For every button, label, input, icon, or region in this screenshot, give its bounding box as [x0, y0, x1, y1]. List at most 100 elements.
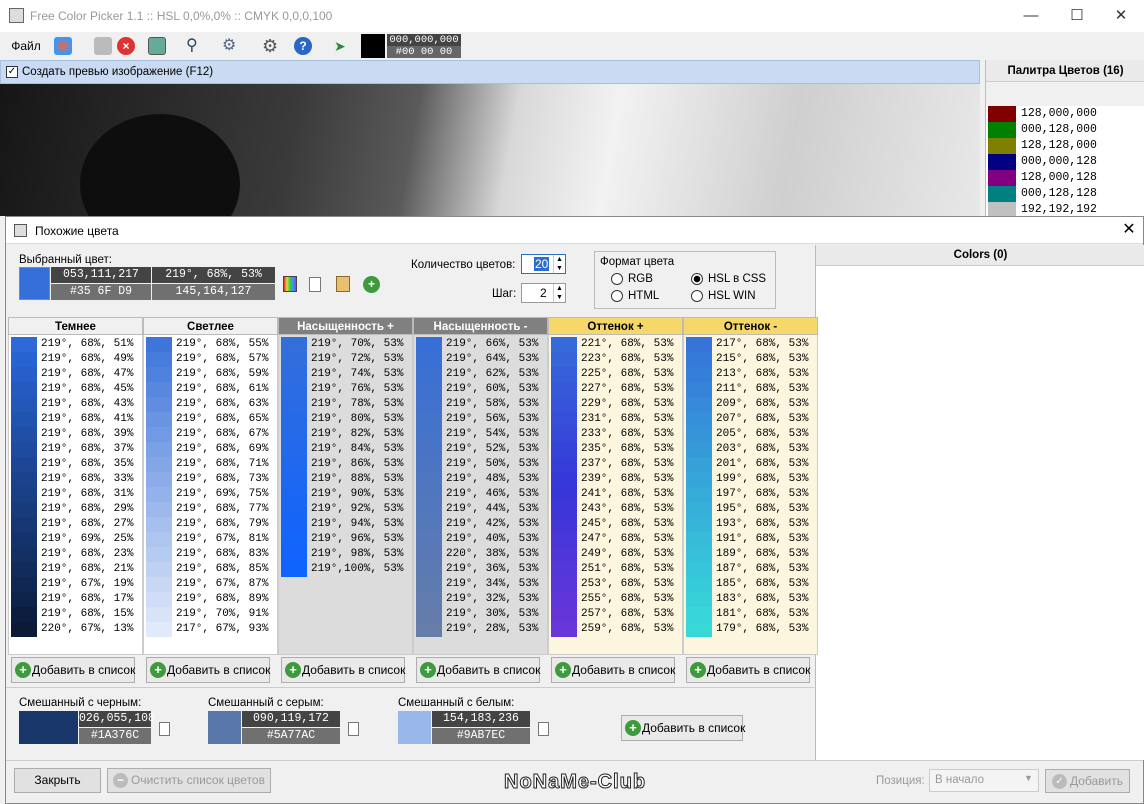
color-item[interactable]: 219°, 68%, 73% [146, 472, 277, 487]
palette-item[interactable]: 000,000,128 [988, 154, 1143, 170]
color-item[interactable]: 219°, 69%, 25% [11, 532, 142, 547]
color-item[interactable]: 203°, 68%, 53% [686, 442, 817, 457]
color-item[interactable]: 219°, 68%, 47% [11, 367, 142, 382]
palette-item[interactable]: 000,128,000 [988, 122, 1143, 138]
color-item[interactable]: 219°, 86%, 53% [281, 457, 412, 472]
color-item[interactable]: 219°, 70%, 91% [146, 607, 277, 622]
color-item[interactable]: 219°, 88%, 53% [281, 472, 412, 487]
add-to-list-button[interactable]: + Добавить в список [281, 657, 405, 683]
color-item[interactable]: 219°, 68%, 71% [146, 457, 277, 472]
color-item[interactable]: 219°, 68%, 29% [11, 502, 142, 517]
color-item[interactable]: 215°, 68%, 53% [686, 352, 817, 367]
color-item[interactable]: 219°, 68%, 43% [11, 397, 142, 412]
color-item[interactable]: 209°, 68%, 53% [686, 397, 817, 412]
gear-icon[interactable]: ⚙ [262, 37, 280, 55]
color-item[interactable]: 219°, 56%, 53% [416, 412, 547, 427]
clear-list-button[interactable]: − Очистить список цветов [107, 768, 271, 793]
color-item[interactable]: 241°, 68%, 53% [551, 487, 682, 502]
color-item[interactable]: 220°, 67%, 13% [11, 622, 142, 637]
color-wheel-icon[interactable] [54, 37, 72, 55]
color-item[interactable]: 191°, 68%, 53% [686, 532, 817, 547]
color-item[interactable]: 219°, 40%, 53% [416, 532, 547, 547]
color-item[interactable]: 219°, 68%, 65% [146, 412, 277, 427]
color-item[interactable]: 219°, 68%, 79% [146, 517, 277, 532]
color-item[interactable]: 219°, 68%, 45% [11, 382, 142, 397]
color-item[interactable]: 219°, 69%, 75% [146, 487, 277, 502]
maximize-button[interactable]: ☐ [1054, 0, 1100, 32]
color-item[interactable]: 185°, 68%, 53% [686, 577, 817, 592]
color-item[interactable]: 207°, 68%, 53% [686, 412, 817, 427]
color-item[interactable]: 219°, 78%, 53% [281, 397, 412, 412]
color-item[interactable]: 219°, 68%, 57% [146, 352, 277, 367]
mix-black-copy-icon[interactable] [159, 722, 170, 736]
mix-white-copy-icon[interactable] [538, 722, 549, 736]
settings-group-icon[interactable]: ⚙ [222, 37, 240, 55]
pin-icon[interactable]: ➤ [334, 37, 352, 55]
color-item[interactable]: 247°, 68%, 53% [551, 532, 682, 547]
color-item[interactable]: 219°, 67%, 19% [11, 577, 142, 592]
color-item[interactable]: 219°, 82%, 53% [281, 427, 412, 442]
color-item[interactable]: 219°, 74%, 53% [281, 367, 412, 382]
color-item[interactable]: 233°, 68%, 53% [551, 427, 682, 442]
color-item[interactable]: 219°, 36%, 53% [416, 562, 547, 577]
color-item[interactable]: 219°, 68%, 59% [146, 367, 277, 382]
color-item[interactable]: 179°, 68%, 53% [686, 622, 817, 637]
color-item[interactable]: 219°, 48%, 53% [416, 472, 547, 487]
image-icon[interactable] [148, 37, 166, 55]
preview-checkbox[interactable]: ✓ [6, 66, 18, 78]
color-item[interactable]: 219°, 68%, 15% [11, 607, 142, 622]
close-button[interactable]: Закрыть [14, 768, 101, 793]
palette-item[interactable]: 128,000,128 [988, 170, 1143, 186]
color-item[interactable]: 223°, 68%, 53% [551, 352, 682, 367]
file-menu[interactable]: Файл [6, 35, 46, 57]
color-item[interactable]: 219°, 46%, 53% [416, 487, 547, 502]
color-item[interactable]: 219°, 68%, 85% [146, 562, 277, 577]
palette-item[interactable]: 192,192,192 [988, 202, 1143, 216]
color-item[interactable]: 239°, 68%, 53% [551, 472, 682, 487]
mix-add-button[interactable]: + Добавить в список [621, 715, 745, 741]
color-item[interactable]: 219°, 28%, 53% [416, 622, 547, 637]
color-item[interactable]: 219°, 68%, 49% [11, 352, 142, 367]
dialog-close-icon[interactable]: ✕ [1118, 219, 1140, 241]
color-item[interactable]: 235°, 68%, 53% [551, 442, 682, 457]
color-item[interactable]: 220°, 38%, 53% [416, 547, 547, 562]
color-item[interactable]: 219°, 68%, 77% [146, 502, 277, 517]
color-item[interactable]: 257°, 68%, 53% [551, 607, 682, 622]
color-item[interactable]: 219°, 30%, 53% [416, 607, 547, 622]
color-item[interactable]: 219°, 68%, 55% [146, 337, 277, 352]
color-item[interactable]: 219°, 94%, 53% [281, 517, 412, 532]
color-item[interactable]: 219°, 98%, 53% [281, 547, 412, 562]
color-item[interactable]: 219°, 68%, 63% [146, 397, 277, 412]
color-item[interactable]: 219°, 72%, 53% [281, 352, 412, 367]
color-item[interactable]: 225°, 68%, 53% [551, 367, 682, 382]
color-item[interactable]: 219°, 42%, 53% [416, 517, 547, 532]
preview-image[interactable] [0, 84, 980, 216]
palette-item[interactable]: 000,128,128 [988, 186, 1143, 202]
color-item[interactable]: 219°, 68%, 51% [11, 337, 142, 352]
color-item[interactable]: 221°, 68%, 53% [551, 337, 682, 352]
color-item[interactable]: 219°, 68%, 33% [11, 472, 142, 487]
color-item[interactable]: 219°, 68%, 37% [11, 442, 142, 457]
color-item[interactable]: 219°, 68%, 67% [146, 427, 277, 442]
color-item[interactable]: 237°, 68%, 53% [551, 457, 682, 472]
color-item[interactable]: 219°, 44%, 53% [416, 502, 547, 517]
color-item[interactable]: 219°, 90%, 53% [281, 487, 412, 502]
color-item[interactable]: 189°, 68%, 53% [686, 547, 817, 562]
color-item[interactable]: 219°, 92%, 53% [281, 502, 412, 517]
position-select[interactable]: В начало ▼ [929, 769, 1039, 792]
color-item[interactable]: 211°, 68%, 53% [686, 382, 817, 397]
color-item[interactable]: 219°, 58%, 53% [416, 397, 547, 412]
eyedropper-icon[interactable] [94, 37, 112, 55]
color-item[interactable]: 219°, 68%, 41% [11, 412, 142, 427]
color-item[interactable]: 199°, 68%, 53% [686, 472, 817, 487]
color-item[interactable]: 227°, 68%, 53% [551, 382, 682, 397]
color-item[interactable]: 205°, 68%, 53% [686, 427, 817, 442]
color-item[interactable]: 219°, 67%, 81% [146, 532, 277, 547]
close-window-button[interactable]: ✕ [1098, 0, 1144, 32]
color-item[interactable]: 181°, 68%, 53% [686, 607, 817, 622]
color-item[interactable]: 219°, 32%, 53% [416, 592, 547, 607]
color-item[interactable]: 231°, 68%, 53% [551, 412, 682, 427]
color-item[interactable]: 219°, 60%, 53% [416, 382, 547, 397]
color-item[interactable]: 251°, 68%, 53% [551, 562, 682, 577]
color-item[interactable]: 201°, 68%, 53% [686, 457, 817, 472]
